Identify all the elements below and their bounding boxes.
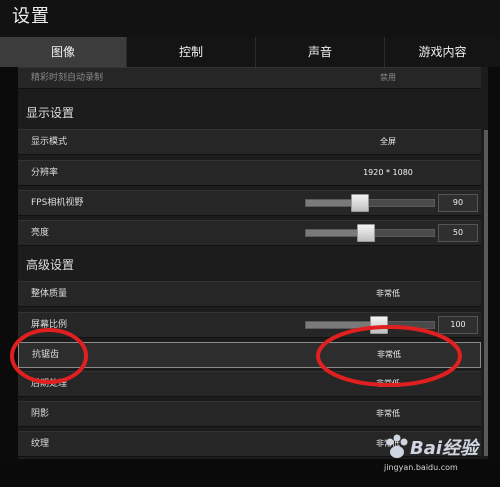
paw-icon [386, 434, 408, 458]
row-highlight-record[interactable]: 精彩时刻自动录制 禁用 [18, 67, 481, 89]
row-label: 显示模式 [31, 137, 68, 147]
row-resolution[interactable]: 分辨率 1920 * 1080 [18, 160, 481, 186]
brightness-slider[interactable] [305, 224, 435, 242]
tab-sound[interactable]: 声音 [256, 37, 385, 67]
row-screen-scale: 屏幕比例 100 [18, 312, 481, 338]
row-display-mode[interactable]: 显示模式 全屏 [18, 129, 481, 155]
tab-controls[interactable]: 控制 [127, 37, 256, 67]
row-label: 屏幕比例 [31, 320, 68, 330]
section-advanced-settings: 高级设置 [26, 258, 75, 272]
fov-value-field[interactable]: 90 [438, 194, 478, 212]
anti-aliasing-value[interactable]: 非常低 [319, 343, 459, 367]
title-bar: 设置 [0, 0, 500, 37]
slider-fill [306, 322, 379, 328]
slider-thumb[interactable] [369, 316, 388, 334]
baidu-watermark: Bai经验 jingyan.baidu.com [380, 430, 490, 480]
display-mode-value[interactable]: 全屏 [318, 130, 458, 154]
resolution-value[interactable]: 1920 * 1080 [318, 161, 458, 185]
screen-scale-slider[interactable] [305, 316, 435, 334]
brightness-value-field[interactable]: 50 [438, 224, 478, 242]
row-label: 精彩时刻自动录制 [31, 73, 104, 83]
fov-slider[interactable] [305, 194, 435, 212]
row-value: 禁用 [380, 73, 396, 82]
row-overall-quality[interactable]: 整体质量 非常低 [18, 281, 481, 307]
row-brightness: 亮度 50 [18, 220, 481, 246]
watermark-url: jingyan.baidu.com [384, 463, 458, 472]
tab-bar: 图像 控制 声音 游戏内容 [0, 37, 500, 67]
row-label: 纹理 [31, 439, 50, 449]
tab-graphics[interactable]: 图像 [0, 37, 127, 67]
section-display-settings: 显示设置 [26, 106, 75, 120]
row-label: 后期处理 [31, 379, 68, 389]
row-anti-aliasing[interactable]: 抗锯齿 非常低 [18, 342, 481, 368]
row-label: 亮度 [31, 228, 50, 238]
window-title: 设置 [12, 6, 50, 27]
slider-thumb[interactable] [350, 194, 369, 212]
row-label: FPS相机视野 [31, 198, 84, 208]
slider-thumb[interactable] [357, 224, 376, 242]
row-post-processing[interactable]: 后期处理 非常低 [18, 371, 481, 397]
row-label: 整体质量 [31, 289, 68, 299]
screen-scale-value-field[interactable]: 100 [438, 316, 478, 334]
shadows-value[interactable]: 非常低 [318, 402, 458, 426]
row-fps-fov: FPS相机视野 90 [18, 190, 481, 216]
row-shadows[interactable]: 阴影 非常低 [18, 401, 481, 427]
row-label: 阴影 [31, 409, 50, 419]
settings-list: 精彩时刻自动录制 禁用 显示设置 显示模式 全屏 分辨率 1920 * 1080… [18, 67, 488, 459]
scrollbar[interactable] [484, 130, 488, 456]
watermark-brand: Bai经验 [410, 438, 479, 459]
post-processing-value[interactable]: 非常低 [318, 372, 458, 396]
tab-game-content[interactable]: 游戏内容 [385, 37, 500, 67]
overall-quality-value[interactable]: 非常低 [318, 282, 458, 306]
row-label: 分辨率 [31, 168, 59, 178]
row-label: 抗锯齿 [32, 350, 60, 360]
